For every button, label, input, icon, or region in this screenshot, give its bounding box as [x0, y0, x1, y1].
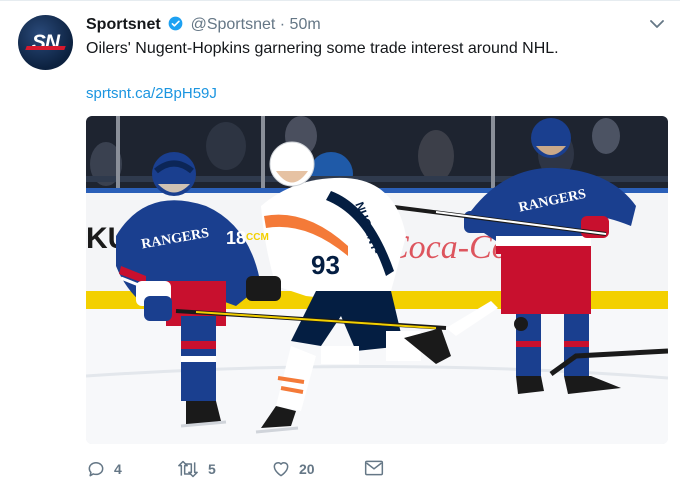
avatar[interactable]: SN — [18, 15, 73, 70]
stick-brand: CCM — [246, 232, 269, 243]
retweet-icon — [178, 460, 198, 478]
tweet-card[interactable]: SN Sportsnet @Sportsnet · 50m Oilers' Nu… — [0, 0, 680, 495]
tweet-photo[interactable]: KU Coca-Cola 18 RANGERS RANGERS 93 NUGEN… — [86, 116, 668, 444]
retweet-count: 5 — [208, 461, 216, 477]
tweet-link[interactable]: sprtsnt.ca/2BpH59J — [86, 85, 217, 102]
reply-count: 4 — [114, 461, 122, 477]
header-separator: · — [279, 16, 286, 33]
like-count: 20 — [299, 461, 315, 477]
tweet-text: Oilers' Nugent-Hopkins garnering some tr… — [86, 40, 559, 57]
avatar-logo-stripe — [25, 46, 66, 50]
puck — [514, 317, 528, 331]
verified-badge-icon — [168, 16, 183, 31]
chevron-down-icon[interactable] — [650, 19, 664, 29]
heart-icon — [273, 462, 289, 477]
timestamp[interactable]: 50m — [290, 16, 321, 33]
avatar-logo: SN — [31, 30, 60, 54]
tweet-actions: 4 5 20 — [86, 459, 646, 483]
reply-button[interactable]: 4 — [86, 459, 122, 479]
hockey-photo-illustration: KU Coca-Cola 18 RANGERS RANGERS 93 NUGEN… — [86, 116, 668, 444]
author-name[interactable]: Sportsnet — [86, 16, 161, 33]
like-button[interactable]: 20 — [271, 459, 315, 479]
tweet-header: Sportsnet @Sportsnet · 50m — [86, 15, 321, 35]
retweet-button[interactable]: 5 — [176, 459, 216, 479]
envelope-icon — [364, 460, 384, 476]
author-handle[interactable]: @Sportsnet — [191, 16, 276, 33]
reply-icon — [88, 462, 104, 477]
direct-message-button[interactable] — [364, 459, 392, 477]
jersey-number-left: 18 — [226, 228, 246, 248]
jersey-number-center: 93 — [311, 250, 340, 280]
